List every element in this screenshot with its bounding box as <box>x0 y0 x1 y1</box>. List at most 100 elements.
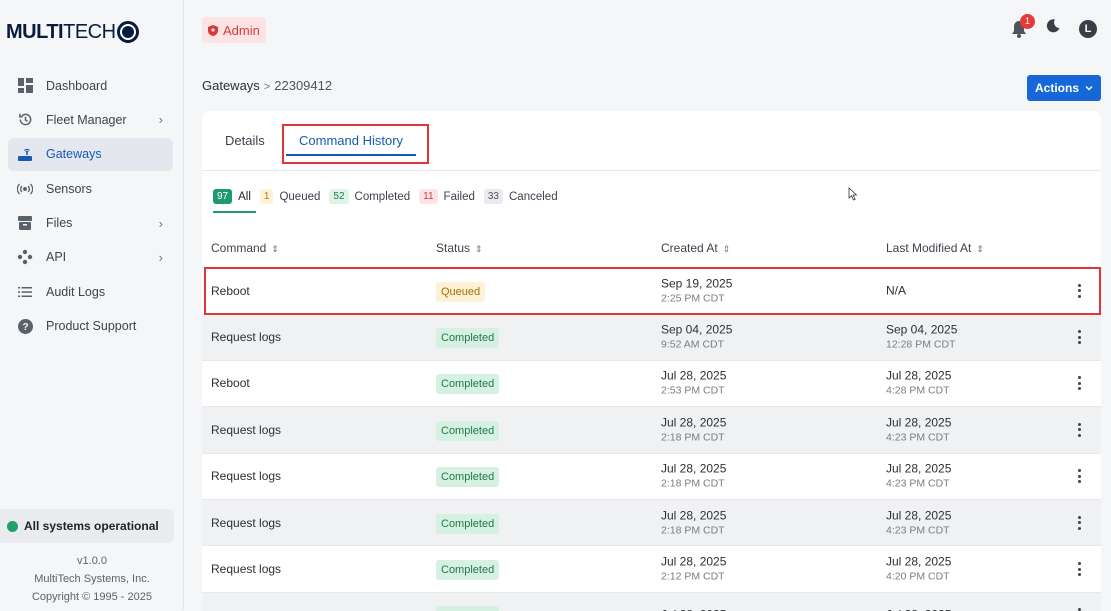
modified-date: Sep 04, 2025 <box>886 322 958 337</box>
column-header-last-modified-at[interactable]: Last Modified At ⇕ <box>886 241 984 255</box>
row-menu-icon[interactable] <box>1077 562 1081 577</box>
sidebar: MULTI TECH Dashboard Fleet Manager › Gate… <box>0 0 184 610</box>
sort-icon: ⇕ <box>722 243 731 254</box>
filter-label: Failed <box>443 190 475 203</box>
sidebar-item-sensors[interactable]: Sensors <box>8 172 173 205</box>
filter-all[interactable]: 97 All <box>213 189 256 213</box>
cell-command: Request logs <box>211 562 282 577</box>
sidebar-nav: Dashboard Fleet Manager › Gateways Senso… <box>8 69 173 344</box>
sidebar-item-label: Audit Logs <box>46 284 106 299</box>
created-date: Jul 28, 2025 <box>661 461 727 476</box>
filter-failed[interactable]: 11 Failed <box>419 189 475 204</box>
sidebar-footer: v1.0.0 MultiTech Systems, Inc. Copyright… <box>0 552 184 606</box>
cell-created-at: Sep 19, 2025 2:25 PM CDT <box>661 276 732 305</box>
cell-command: Request logs <box>211 515 282 530</box>
admin-label: Admin <box>223 22 260 38</box>
api-icon <box>16 249 34 265</box>
created-time: 9:52 AM CDT <box>661 338 725 351</box>
cell-last-modified-at: Jul 28, 2025 4:28 PM CDT <box>886 369 951 398</box>
cell-command: Reboot <box>211 283 250 298</box>
sidebar-item-label: Files <box>46 216 73 231</box>
logo-text-light: TECH <box>63 20 116 43</box>
created-time: 2:12 PM CDT <box>661 570 725 583</box>
theme-toggle-button[interactable] <box>1045 18 1061 39</box>
sidebar-item-label: Gateways <box>46 147 102 162</box>
row-menu-icon[interactable] <box>1077 422 1081 437</box>
sort-icon: ⇕ <box>976 243 984 254</box>
table-header: Command ⇕ Status ⇕ Created At ⇕ Last Modifi… <box>202 228 1101 268</box>
created-date: Sep 19, 2025 <box>661 276 733 291</box>
row-menu-icon[interactable] <box>1077 330 1081 345</box>
modified-date: N/A <box>886 283 907 298</box>
sidebar-item-audit-logs[interactable]: Audit Logs <box>8 275 173 308</box>
column-label: Command <box>211 240 267 255</box>
table-row[interactable]: Request logs Completed Jul 28, 2025 2:18 PM… <box>202 500 1101 547</box>
column-header-status[interactable]: Status ⇕ <box>436 241 483 255</box>
modified-date: Jul 28, 2025 <box>886 554 952 569</box>
notifications-button[interactable]: 1 <box>1011 13 1035 38</box>
sidebar-item-gateways[interactable]: Gateways <box>8 137 173 171</box>
breadcrumb-current: 22309412 <box>274 78 333 93</box>
sidebar-item-fleet-manager[interactable]: Fleet Manager › <box>8 103 173 136</box>
table-row[interactable]: Reboot Queued Sep 19, 2025 2:25 PM CDT N/A <box>202 268 1101 315</box>
list-icon <box>16 284 34 300</box>
cell-command: Request logs <box>211 330 282 345</box>
moon-icon <box>1046 19 1060 33</box>
table-row[interactable]: CompletedJul 28, 2025Jul 28, 2025 <box>202 592 1101 611</box>
created-date: Jul 28, 2025 <box>661 368 727 383</box>
filter-count: 1 <box>259 189 274 204</box>
chevron-right-icon: › <box>158 112 163 128</box>
column-label: Status <box>436 240 471 255</box>
created-date: Jul 28, 2025 <box>661 554 727 569</box>
sidebar-item-files[interactable]: Files › <box>8 207 173 240</box>
highlight-box-tab <box>282 124 429 164</box>
history-icon <box>16 112 34 128</box>
table-row[interactable]: Request logs Completed Jul 28, 2025 2:18 PM… <box>202 454 1101 500</box>
cell-status: Completed <box>436 420 500 441</box>
sidebar-item-dashboard[interactable]: Dashboard <box>8 69 173 102</box>
cell-last-modified-at: Jul 28, 2025 4:23 PM CDT <box>886 415 951 444</box>
sidebar-item-product-support[interactable]: ? Product Support <box>8 310 173 343</box>
column-label: Created At <box>661 240 718 255</box>
tab-details[interactable]: Details <box>225 133 265 148</box>
modified-time: 4:28 PM CDT <box>886 384 950 397</box>
table-row[interactable]: Reboot Completed Jul 28, 2025 2:53 PM CDT Ju… <box>202 361 1101 408</box>
row-menu-icon[interactable] <box>1077 283 1081 298</box>
column-header-command[interactable]: Command ⇕ <box>211 241 279 255</box>
modified-date: Jul 28, 2025 <box>886 508 952 523</box>
actions-button[interactable]: Actions <box>1027 75 1101 101</box>
multitech-logo[interactable]: MULTI TECH <box>6 17 139 47</box>
column-header-created-at[interactable]: Created At ⇕ <box>661 241 730 255</box>
breadcrumb: Gateways >22309412 <box>202 78 332 93</box>
cell-created-at: Jul 28, 2025 2:53 PM CDT <box>661 369 726 398</box>
status-badge: Queued <box>436 281 486 302</box>
filter-completed[interactable]: 52 Completed <box>329 189 410 204</box>
table-row[interactable]: Request logs Completed Jul 28, 2025 2:12 PM… <box>202 546 1101 593</box>
status-badge: Completed <box>436 513 500 534</box>
filter-canceled[interactable]: 33 Canceled <box>483 189 558 204</box>
filter-queued[interactable]: 1 Queued <box>259 189 320 204</box>
sidebar-item-label: Dashboard <box>46 78 108 93</box>
cell-last-modified-at: Jul 28, 2025 4:20 PM CDT <box>886 555 951 584</box>
created-date: Jul 28, 2025 <box>661 508 727 523</box>
filter-count: 11 <box>419 189 438 204</box>
cell-status: Completed <box>436 374 500 395</box>
user-avatar[interactable]: L <box>1079 19 1097 38</box>
sidebar-item-label: API <box>46 250 67 265</box>
table-row[interactable]: Request logs Completed Sep 04, 2025 9:52 AM… <box>202 314 1101 361</box>
breadcrumb-gateways-link[interactable]: Gateways <box>202 78 260 93</box>
row-menu-icon[interactable] <box>1077 469 1081 484</box>
cell-last-modified-at: N/A <box>886 283 906 298</box>
shield-icon <box>208 24 218 36</box>
cell-status: Completed <box>436 560 500 581</box>
sidebar-item-api[interactable]: API › <box>8 241 173 274</box>
sort-icon: ⇕ <box>475 243 483 254</box>
row-menu-icon[interactable] <box>1077 376 1081 391</box>
filter-label: Completed <box>354 190 411 203</box>
cell-last-modified-at: Jul 28, 2025 4:23 PM CDT <box>886 508 951 537</box>
table-row[interactable]: Request logs Completed Jul 28, 2025 2:18 PM… <box>202 407 1101 454</box>
system-status[interactable]: All systems operational <box>0 509 174 543</box>
copyright-text: Copyright © 1995 - 2025 <box>31 591 152 603</box>
column-label: Last Modified At <box>886 240 972 255</box>
row-menu-icon[interactable] <box>1077 515 1081 530</box>
